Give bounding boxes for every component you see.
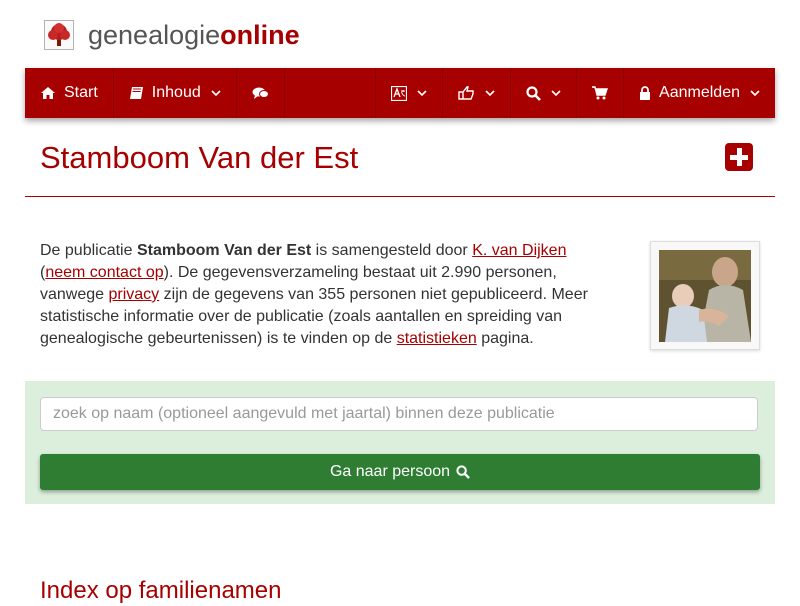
chevron-down-icon [551, 89, 561, 97]
publication-photo-card [650, 241, 760, 350]
go-to-person-label: Ga naar persoon [329, 463, 451, 480]
statistics-link[interactable]: statistieken [397, 330, 477, 347]
nav-inhoud-label: Inhoud [151, 84, 201, 101]
nav-start-label: Start [64, 84, 98, 101]
go-to-person-button[interactable]: Ga naar persoon [40, 454, 760, 490]
tree-logo-icon [44, 20, 74, 50]
privacy-link[interactable]: privacy [109, 286, 160, 303]
nav-discussion[interactable] [237, 68, 285, 118]
intro-text: pagina. [476, 330, 534, 347]
search-icon [456, 465, 470, 479]
publication-name: Stamboom Van der Est [136, 242, 312, 259]
nav-search[interactable] [511, 68, 578, 118]
publication-photo [659, 250, 751, 342]
nav-share[interactable] [443, 68, 512, 118]
contact-link[interactable]: neem contact op [45, 264, 163, 281]
intro-text: is samengesteld door [311, 242, 473, 259]
lock-icon [639, 86, 651, 100]
title-row: Stamboom Van der Est [40, 140, 760, 180]
search-icon [526, 85, 541, 101]
site-logo[interactable]: genealogieonline [44, 18, 300, 52]
index-heading: Index op familienamen [40, 577, 282, 604]
nav-login[interactable]: Aanmelden [624, 68, 775, 118]
book-icon [129, 86, 144, 100]
share-icon [458, 86, 475, 100]
person-search-input[interactable] [40, 397, 758, 431]
plus-square-icon[interactable] [725, 143, 753, 171]
chevron-down-icon [750, 89, 760, 97]
intro-text: De publicatie [40, 242, 137, 259]
site-logo-text: genealogieonline [88, 20, 300, 50]
chevron-down-icon [485, 89, 495, 97]
author-link[interactable]: K. van Dijken [472, 242, 566, 259]
chevron-down-icon [211, 89, 221, 97]
nav-spacer [285, 68, 377, 118]
chevron-down-icon [417, 89, 427, 97]
nav-login-label: Aanmelden [659, 84, 740, 101]
title-divider [25, 196, 775, 197]
nav-language[interactable] [376, 68, 444, 118]
search-panel: Ga naar persoon [25, 381, 775, 504]
main-navbar: Start Inhoud Aanmelden [25, 68, 775, 118]
home-icon [40, 86, 56, 100]
language-icon [391, 85, 408, 101]
nav-cart[interactable] [577, 68, 625, 118]
nav-start[interactable]: Start [25, 68, 114, 118]
publication-intro: De publicatie Stamboom Van der Est is sa… [40, 240, 610, 350]
shopping-cart-icon [592, 86, 609, 100]
comments-icon [252, 86, 269, 100]
page-title: Stamboom Van der Est [40, 140, 359, 175]
nav-inhoud[interactable]: Inhoud [114, 68, 237, 118]
